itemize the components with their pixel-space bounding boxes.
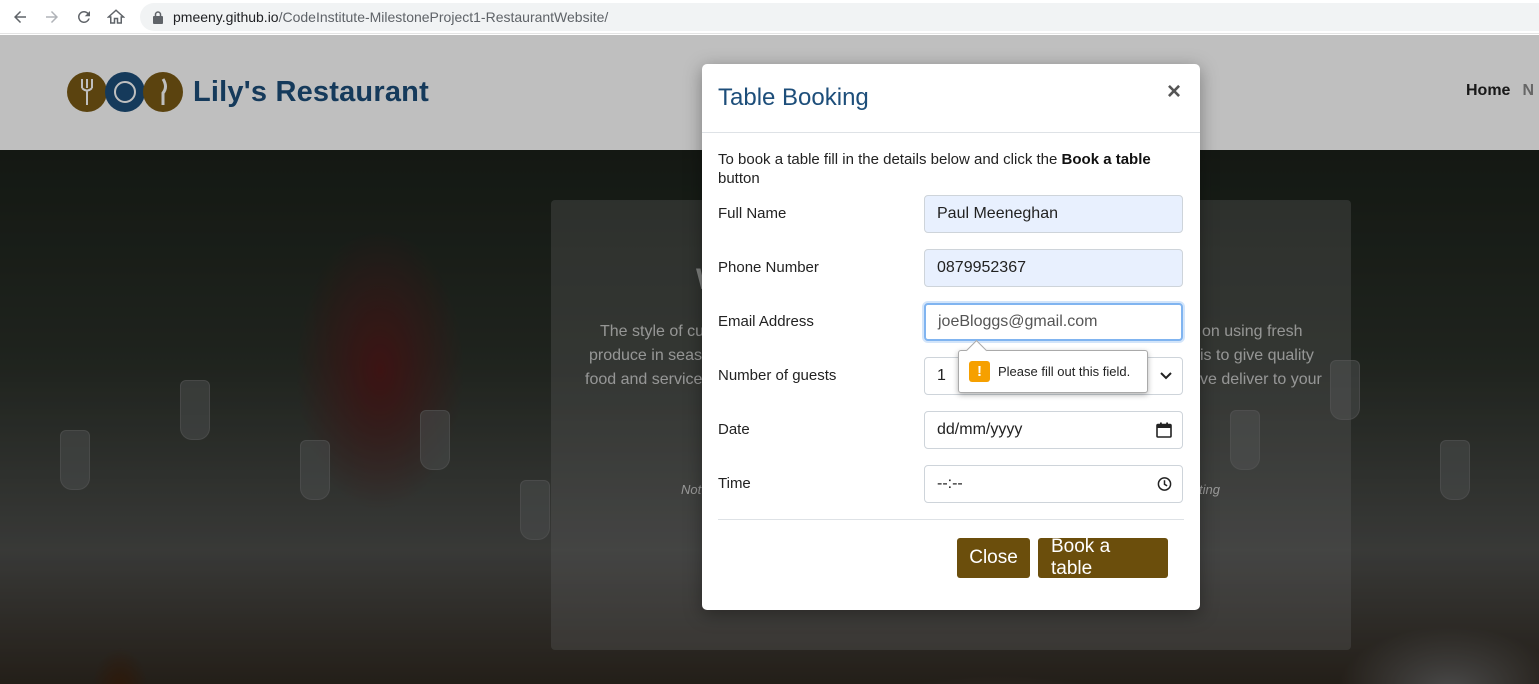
address-bar[interactable]: pmeeny.github.io/CodeInstitute-Milestone… [140,3,1539,31]
url-path: /CodeInstitute-MilestoneProject1-Restaur… [278,9,609,25]
email-row: Email Address joeBloggs@gmail.com [718,303,1184,341]
date-placeholder: dd/mm/yyyy [937,421,1023,438]
url-host: pmeeny.github.io [173,9,279,25]
chevron-down-icon [1160,372,1172,380]
reload-icon[interactable] [68,1,100,33]
phone-label: Phone Number [718,259,819,276]
phone-row: Phone Number 0879952367 [718,249,1184,287]
validation-tooltip: ! Please fill out this field. [958,350,1148,393]
time-label: Time [718,475,751,492]
lock-icon [152,10,164,24]
email-placeholder: joeBloggs@gmail.com [938,313,1098,330]
date-input[interactable]: dd/mm/yyyy [924,411,1183,449]
time-row: Time --:-- [718,465,1184,503]
close-icon[interactable]: × [1167,80,1181,104]
intro-tail: button [718,170,760,187]
phone-value: 0879952367 [937,259,1026,276]
calendar-icon[interactable] [1156,422,1172,438]
modal-title: Table Booking [718,84,869,111]
email-input[interactable]: joeBloggs@gmail.com [924,303,1183,341]
warning-icon: ! [969,361,990,382]
modal-footer: Close Book a table [718,519,1184,610]
full-name-input[interactable]: Paul Meeneghan [924,195,1183,233]
validation-message: Please fill out this field. [998,364,1131,379]
back-icon[interactable] [4,1,36,33]
modal-header: Table Booking × [702,64,1200,133]
date-row: Date dd/mm/yyyy [718,411,1184,449]
clock-icon[interactable] [1157,477,1172,492]
url-text: pmeeny.github.io/CodeInstitute-Milestone… [173,9,608,25]
full-name-value: Paul Meeneghan [937,205,1058,222]
browser-toolbar: pmeeny.github.io/CodeInstitute-Milestone… [0,0,1539,34]
booking-instructions: To book a table fill in the details belo… [718,150,1184,188]
guests-label: Number of guests [718,367,837,384]
home-icon[interactable] [100,1,132,33]
book-table-button[interactable]: Book a table [1038,536,1168,579]
intro-bold: Book a table [1061,151,1151,168]
close-button[interactable]: Close [957,538,1030,578]
guests-value: 1 [937,367,946,384]
time-input[interactable]: --:-- [924,465,1183,503]
intro-text: To book a table fill in the details belo… [718,151,1062,168]
full-name-row: Full Name Paul Meeneghan [718,195,1184,233]
table-booking-modal: Table Booking × To book a table fill in … [702,64,1200,610]
date-label: Date [718,421,750,438]
modal-body: To book a table fill in the details belo… [718,150,1184,503]
phone-input[interactable]: 0879952367 [924,249,1183,287]
email-label: Email Address [718,313,814,330]
forward-icon[interactable] [36,1,68,33]
full-name-label: Full Name [718,205,787,222]
time-placeholder: --:-- [937,475,963,492]
